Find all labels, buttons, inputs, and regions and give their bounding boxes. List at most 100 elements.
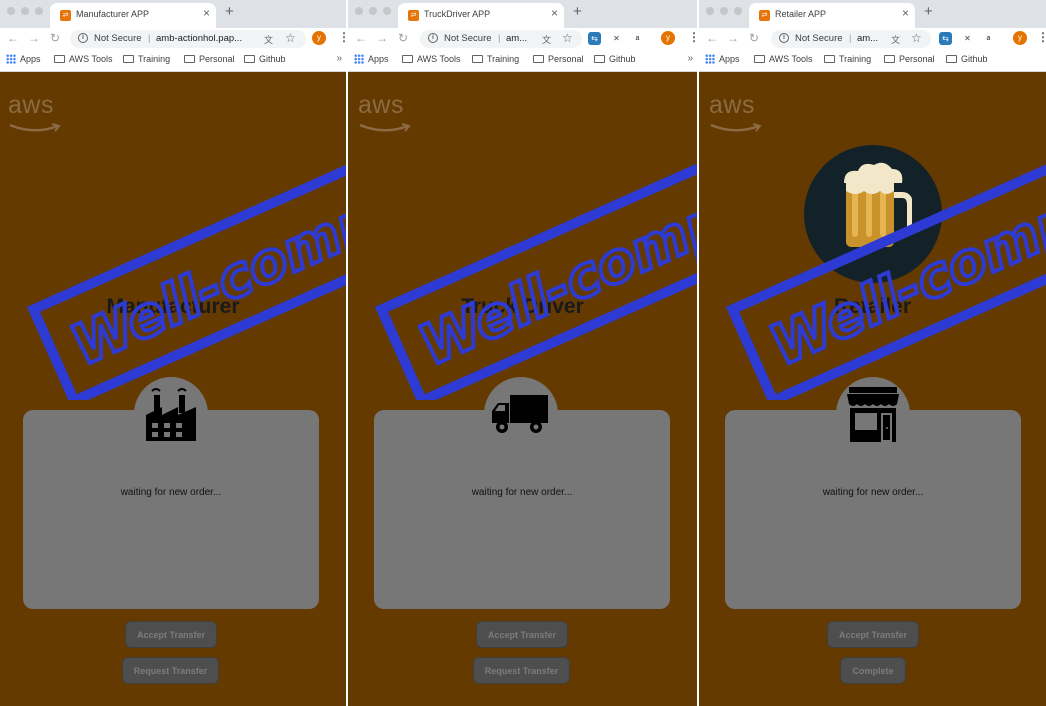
request-transfer-button[interactable]: Request Transfer (122, 657, 219, 684)
browser-tab[interactable]: ⇄ TruckDriver APP × (398, 3, 564, 28)
browser-tab[interactable]: ⇄ Manufacturer APP × (50, 3, 216, 28)
bookmarks-overflow-icon[interactable]: » (687, 53, 693, 64)
profile-avatar[interactable]: y (661, 31, 675, 45)
reload-icon[interactable]: ↻ (749, 31, 759, 45)
role-title: Manufacturer (106, 295, 240, 318)
bookmark-github[interactable]: Github (946, 54, 988, 64)
bookmark-star-icon[interactable]: ☆ (285, 31, 296, 45)
bookmark-star-icon[interactable]: ☆ (562, 31, 573, 45)
address-bar[interactable]: i Not Secure | amb-actionhol.pap... 文 ☆ (70, 30, 306, 48)
bookmark-apps[interactable]: Apps (6, 54, 41, 64)
bookmark-apps[interactable]: Apps (354, 54, 389, 64)
truck-icon (492, 395, 548, 433)
info-icon[interactable]: i (779, 33, 789, 43)
bookmark-github[interactable]: Github (594, 54, 636, 64)
bookmark-aws-tools[interactable]: AWS Tools (754, 54, 813, 64)
address-bar[interactable]: i Not Secure | am... 文 ☆ (420, 30, 582, 48)
aws-logo-text: aws (358, 91, 404, 119)
bookmark-training[interactable]: Training (824, 54, 871, 64)
browser-menu-icon[interactable]: ⋮ (688, 30, 697, 44)
new-tab-button[interactable]: + (225, 3, 234, 20)
maximize-window-button[interactable] (383, 7, 391, 15)
order-status-text: waiting for new order... (822, 487, 924, 498)
tab-title: Manufacturer APP (76, 9, 150, 19)
url-text[interactable]: am... (506, 33, 536, 44)
translate-icon[interactable]: 文 (542, 33, 551, 46)
bookmark-aws-tools[interactable]: AWS Tools (54, 54, 113, 64)
maximize-window-button[interactable] (35, 7, 43, 15)
app-content: aws Retailer waiting for new order... Ac… (699, 73, 1046, 706)
close-window-button[interactable] (706, 7, 714, 15)
bookmark-training[interactable]: Training (123, 54, 170, 64)
url-text[interactable]: amb-actionhol.pap... (156, 33, 252, 44)
window-controls (355, 7, 391, 15)
url-text[interactable]: am... (857, 33, 887, 44)
minimize-window-button[interactable] (21, 7, 29, 15)
accept-transfer-button[interactable]: Accept Transfer (827, 621, 919, 648)
amazon-extension-icon[interactable]: a (982, 32, 995, 45)
security-label: Not Secure (444, 33, 492, 44)
tab-strip: ⇄ Manufacturer APP × + (0, 0, 346, 28)
bookmark-personal[interactable]: Personal (533, 54, 584, 64)
browser-menu-icon[interactable]: ⋮ (338, 30, 346, 44)
bookmark-aws-tools[interactable]: AWS Tools (402, 54, 461, 64)
accept-transfer-button[interactable]: Accept Transfer (476, 621, 568, 648)
minimize-window-button[interactable] (369, 7, 377, 15)
forward-icon[interactable]: → (28, 31, 40, 45)
beer-mug-icon (844, 162, 912, 247)
back-icon[interactable]: ← (706, 31, 718, 45)
security-label: Not Secure (94, 33, 142, 44)
translate-icon[interactable]: 文 (891, 33, 900, 46)
info-icon[interactable]: i (78, 33, 88, 43)
back-icon[interactable]: ← (355, 31, 367, 45)
order-status-text: waiting for new order... (120, 487, 222, 498)
reload-icon[interactable]: ↻ (50, 31, 60, 45)
bookmark-personal[interactable]: Personal (884, 54, 935, 64)
folder-icon (123, 55, 134, 63)
browser-tab[interactable]: ⇄ Retailer APP × (749, 3, 915, 28)
forward-icon[interactable]: → (376, 31, 388, 45)
profile-avatar[interactable]: y (312, 31, 326, 45)
forward-icon[interactable]: → (727, 31, 739, 45)
app-content: aws Manufacturer waiting for new order..… (0, 73, 346, 706)
translate-icon[interactable]: 文 (264, 33, 273, 46)
bookmark-training[interactable]: Training (472, 54, 519, 64)
maximize-window-button[interactable] (734, 7, 742, 15)
new-tab-button[interactable]: + (573, 3, 582, 20)
order-status-text: waiting for new order... (471, 487, 573, 498)
tab-strip: ⇄ TruckDriver APP × + (348, 0, 697, 28)
back-icon[interactable]: ← (7, 31, 19, 45)
close-window-button[interactable] (355, 7, 363, 15)
bookmarks-overflow-icon[interactable]: » (336, 53, 342, 64)
complete-button[interactable]: Complete (840, 657, 906, 684)
new-tab-button[interactable]: + (924, 3, 933, 20)
browser-menu-icon[interactable]: ⋮ (1037, 30, 1046, 44)
accept-transfer-button[interactable]: Accept Transfer (125, 621, 217, 648)
info-icon[interactable]: i (428, 33, 438, 43)
security-label: Not Secure (795, 33, 843, 44)
amazon-extension-icon[interactable]: a (631, 32, 644, 45)
close-window-button[interactable] (7, 7, 15, 15)
profile-avatar[interactable]: y (1013, 31, 1027, 45)
extension-icon[interactable]: ⇆ (939, 32, 952, 45)
app-favicon-icon: ⇄ (759, 10, 770, 21)
close-tab-icon[interactable]: × (551, 6, 558, 20)
tools-extension-icon[interactable]: ✕ (961, 32, 974, 45)
request-transfer-button[interactable]: Request Transfer (473, 657, 570, 684)
bookmark-personal[interactable]: Personal (184, 54, 235, 64)
extension-icon[interactable]: ⇆ (588, 32, 601, 45)
bookmark-star-icon[interactable]: ☆ (911, 31, 922, 45)
app-content: aws Truck Driver waiting for new order..… (348, 73, 697, 706)
minimize-window-button[interactable] (720, 7, 728, 15)
bookmark-apps[interactable]: Apps (705, 54, 740, 64)
address-bar[interactable]: i Not Secure | am... 文 ☆ (771, 30, 931, 48)
bookmark-label: Apps (20, 54, 41, 64)
bookmark-github[interactable]: Github (244, 54, 286, 64)
bookmark-label: Personal (548, 54, 584, 64)
close-tab-icon[interactable]: × (902, 6, 909, 20)
tools-extension-icon[interactable]: ✕ (610, 32, 623, 45)
close-tab-icon[interactable]: × (203, 6, 210, 20)
reload-icon[interactable]: ↻ (398, 31, 408, 45)
browser-toolbar: ← → ↻ i Not Secure | am... 文 ☆ ⇆ ✕ a y ⋮ (348, 28, 697, 50)
apps-grid-icon (354, 54, 364, 64)
